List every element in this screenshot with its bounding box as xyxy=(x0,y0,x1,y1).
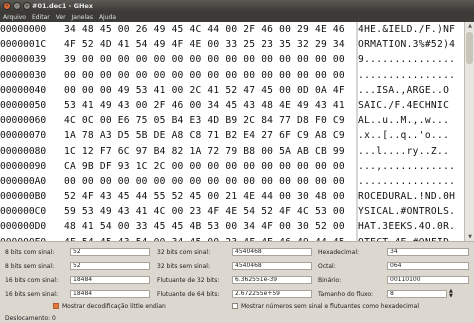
scrollbar-thumb[interactable] xyxy=(466,32,473,64)
minimize-icon: – xyxy=(15,2,19,9)
minimize-window-button[interactable]: – xyxy=(13,2,21,10)
ascii-row[interactable]: ...l....ry..Z.. xyxy=(358,144,464,159)
stream-size-spinner[interactable]: 8 xyxy=(387,290,447,298)
u16-label: 16 bits sem sinal: xyxy=(5,291,58,298)
s8-field[interactable]: 52 xyxy=(70,248,150,256)
ascii-row[interactable]: 9............... xyxy=(358,52,464,67)
ascii-row[interactable]: HAT.3EEKS.4O.0R. xyxy=(358,219,464,234)
ascii-column[interactable]: 4HE.&IELD./F.)NF ORMATION.3%#52)4 9.......… xyxy=(358,22,464,263)
hex-view[interactable]: 00000000 0000001C 00000039 00000030 00000040… xyxy=(0,22,474,263)
maximize-window-button[interactable]: + xyxy=(23,2,31,10)
hex-row[interactable]: 1A 78 A3 D5 5B DE A8 C8 71 B2 E4 27 6F C… xyxy=(64,128,356,143)
hex-row[interactable]: 53 41 49 43 00 2F 46 00 34 45 43 48 4E 4… xyxy=(64,98,356,113)
s16-label: 16 bits com sinal: xyxy=(5,277,59,284)
ascii-row[interactable]: SAIC./F.4ECHNIC xyxy=(358,98,464,113)
s16-field[interactable]: 18484 xyxy=(70,276,150,284)
menu-ajuda[interactable]: Ajuda xyxy=(99,14,116,21)
status-offset: Deslocamento: 0 xyxy=(5,315,56,322)
offset-cell: 000000C0 xyxy=(0,206,47,218)
hex-label: Hexadecimal: xyxy=(318,249,360,256)
little-endian-label: Mostrar decodificação little endian xyxy=(62,303,166,310)
hex-field[interactable]: 34 xyxy=(387,248,469,256)
menu-janelas[interactable]: Janelas xyxy=(72,14,93,21)
menu-arquivo[interactable]: Arquivo xyxy=(3,14,26,21)
u32-label: 32 bits sem sinal: xyxy=(157,263,210,270)
u8-field[interactable]: 52 xyxy=(70,262,150,270)
ascii-row[interactable]: ...,............ xyxy=(358,159,464,174)
offset-cell: 00000030 xyxy=(0,69,47,81)
title-bar: × – + #01.dec1 - GHex xyxy=(0,0,474,12)
menu-editar[interactable]: Editar xyxy=(32,14,50,21)
scroll-up-icon[interactable]: ▲ xyxy=(466,22,474,30)
hex-row[interactable]: CA 9B DF 93 1C 2C 00 00 00 00 00 00 00 0… xyxy=(64,159,356,174)
f32-field[interactable]: 6.362551e-39 xyxy=(232,276,312,284)
spinner-arrows-icon[interactable]: ▲ ▼ xyxy=(449,289,453,299)
offset-cell: 0000001C xyxy=(0,39,47,51)
offset-cell: 00000050 xyxy=(0,99,47,111)
ascii-row[interactable]: YSICAL.#ONTROLS. xyxy=(358,204,464,219)
little-endian-checkbox[interactable] xyxy=(53,303,59,309)
s8-label: 8 bits com sinal: xyxy=(5,249,55,256)
hex-row[interactable]: 34 48 45 00 26 49 45 4C 44 00 2F 46 00 2… xyxy=(64,22,356,37)
offset-column: 00000000 0000001C 00000039 00000030 00000040… xyxy=(0,22,64,263)
unsigned-hex-label: Mostrar números sem sinal e flutuantes c… xyxy=(241,303,419,310)
bin-field[interactable]: 00110100 xyxy=(387,276,469,284)
hex-row[interactable]: 59 53 49 43 41 4C 00 23 4F 4E 54 52 4F 4… xyxy=(64,204,356,219)
offset-cell: 00000060 xyxy=(0,115,47,127)
maximize-icon: + xyxy=(24,2,30,9)
f64-label: Flutuante de 64 bits: xyxy=(157,291,220,298)
ascii-row[interactable]: ...ISA.,ARGE..O xyxy=(358,83,464,98)
offset-cell: 00000070 xyxy=(0,130,47,142)
menu-bar: Arquivo Editar Ver Janelas Ajuda xyxy=(0,12,474,22)
oct-label: Octal: xyxy=(318,263,336,270)
hex-row[interactable]: 4F 52 4D 41 54 49 4F 4E 00 33 25 23 35 3… xyxy=(64,37,356,52)
ascii-row[interactable]: 4HE.&IELD./F.)NF xyxy=(358,22,464,37)
hex-row[interactable]: 00 00 00 00 00 00 00 00 00 00 00 00 00 0… xyxy=(64,68,356,83)
close-icon: × xyxy=(4,2,10,9)
unsigned-hex-checkbox[interactable] xyxy=(232,303,238,309)
offset-cell: 000000D0 xyxy=(0,221,47,233)
s32-label: 32 bits com sinal: xyxy=(157,249,211,256)
offset-cell: 00000000 xyxy=(0,24,47,35)
ascii-row[interactable]: ORMATION.3%#52)4 xyxy=(358,37,464,52)
offset-cell: 00000040 xyxy=(0,84,47,96)
data-inspector-panel: 8 bits com sinal: 52 8 bits sem sinal: 5… xyxy=(0,241,474,323)
ascii-row[interactable]: .x..[..q..'o... xyxy=(358,128,464,143)
hex-row[interactable]: 00 00 00 00 00 00 00 00 00 00 00 00 00 0… xyxy=(64,174,356,189)
ascii-row[interactable]: ................ xyxy=(358,174,464,189)
u8-label: 8 bits sem sinal: xyxy=(5,263,55,270)
offset-cell: 00000090 xyxy=(0,160,47,172)
hex-row[interactable]: 48 41 54 00 33 45 45 4B 53 00 34 4F 00 3… xyxy=(64,219,356,234)
vertical-scrollbar[interactable]: ▲ ▼ xyxy=(464,22,474,241)
window-title: #01.dec1 - GHex xyxy=(32,2,93,10)
hex-row[interactable]: 00 00 00 49 53 41 00 2C 41 52 47 45 00 0… xyxy=(64,83,356,98)
stream-label: Tamanho do fluxo: xyxy=(318,291,374,298)
s32-field[interactable]: 4540468 xyxy=(232,248,312,256)
offset-cell: 000000B0 xyxy=(0,191,47,203)
hex-column[interactable]: 34 48 45 00 26 49 45 4C 44 00 2F 46 00 2… xyxy=(64,22,356,263)
ascii-row[interactable]: ROCEDURAL.!ND.0H xyxy=(358,189,464,204)
offset-cell: 00000080 xyxy=(0,145,47,157)
bin-label: Binário: xyxy=(318,277,342,284)
ascii-row[interactable]: AL..u..M.,.w... xyxy=(358,113,464,128)
hex-row[interactable]: 39 00 00 00 00 00 00 00 00 00 00 00 00 0… xyxy=(64,52,356,67)
f32-label: Flutuante de 32 bits: xyxy=(157,277,220,284)
hex-row[interactable]: 1C 12 F7 6C 97 B4 82 1A 72 79 B8 00 5A A… xyxy=(64,144,356,159)
offset-cell: 00000039 xyxy=(0,54,47,66)
hex-row[interactable]: 52 4F 43 45 44 55 52 45 00 21 4E 44 00 3… xyxy=(64,189,356,204)
scroll-down-icon[interactable]: ▼ xyxy=(466,233,474,241)
u16-field[interactable]: 18484 xyxy=(70,290,150,298)
hex-row[interactable]: 4C 0C 00 E6 75 05 B4 E3 4D B9 2C 84 77 D… xyxy=(64,113,356,128)
f64-field[interactable]: 2.672255e+59 xyxy=(232,290,312,298)
u32-field[interactable]: 4540468 xyxy=(232,262,312,270)
offset-cell: 000000A0 xyxy=(0,175,47,187)
close-window-button[interactable]: × xyxy=(3,2,11,10)
oct-field[interactable]: 064 xyxy=(387,262,469,270)
window-controls: × – + xyxy=(3,2,31,10)
ascii-row[interactable]: ................ xyxy=(358,68,464,83)
menu-ver[interactable]: Ver xyxy=(56,14,66,21)
